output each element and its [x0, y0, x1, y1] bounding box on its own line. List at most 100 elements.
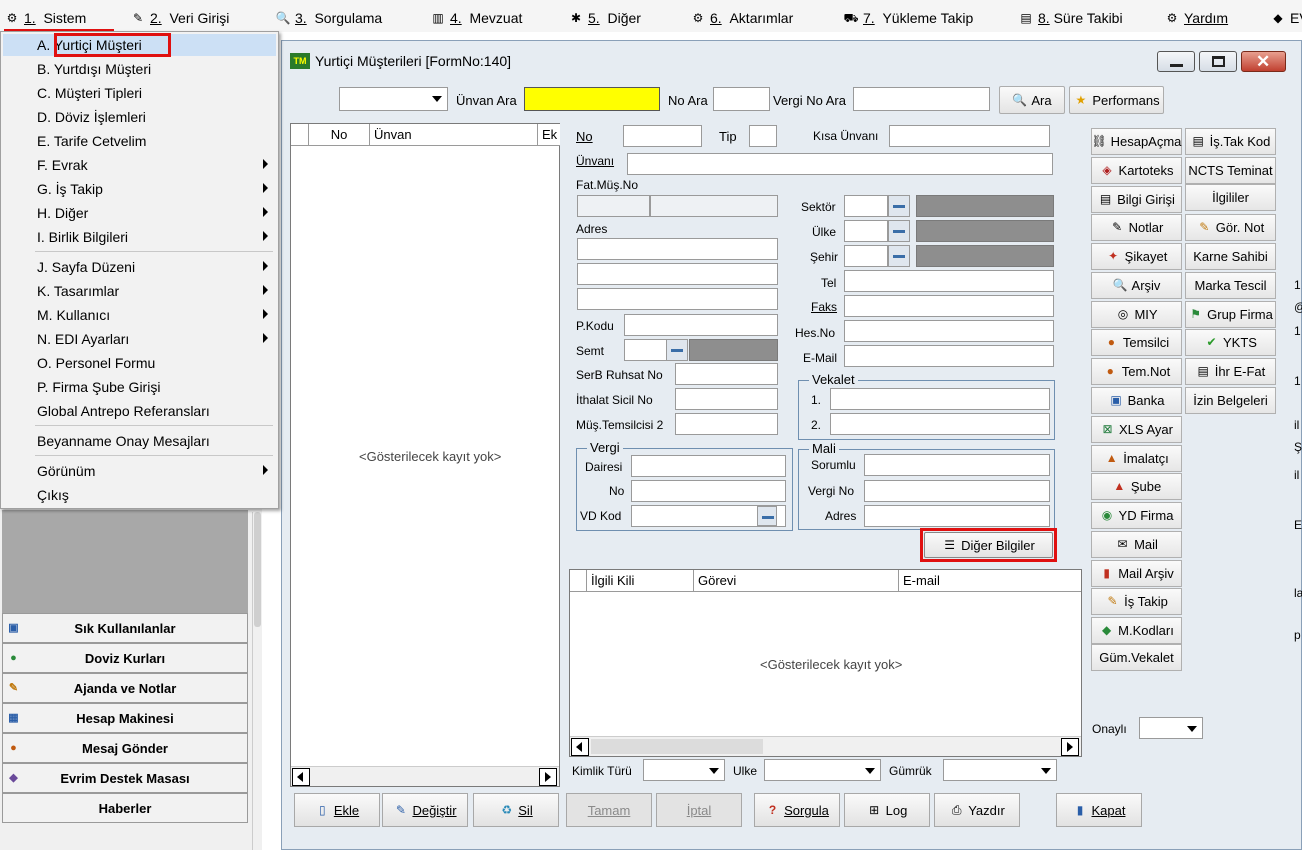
ilgili-scroll-left[interactable]: [571, 738, 589, 756]
ilgili-header-gorevi[interactable]: Görevi: [694, 570, 899, 592]
dd-musteri-tipleri[interactable]: C. Müşteri Tipleri: [3, 82, 276, 104]
ilgili-scroll-right[interactable]: [1061, 738, 1079, 756]
dd-personel-formu[interactable]: O. Personel Formu: [3, 352, 276, 374]
semt-input[interactable]: [624, 339, 668, 361]
menu-ev[interactable]: ◆ EV: [1270, 8, 1302, 28]
performans-button[interactable]: ★ Performans: [1069, 86, 1164, 114]
vergi-dairesi-input[interactable]: [631, 455, 786, 477]
email-input[interactable]: [844, 345, 1054, 367]
bilgi-girisi-button[interactable]: ▤ Bilgi Girişi: [1091, 186, 1182, 213]
lp-sik-kullanilanlar[interactable]: ▣ Sık Kullanılanlar: [2, 613, 248, 643]
karne-sahibi-button[interactable]: Karne Sahibi: [1185, 243, 1276, 270]
dd-evrak[interactable]: F. Evrak: [3, 154, 276, 176]
mali-sorumlu-input[interactable]: [864, 454, 1050, 476]
mali-adres-input[interactable]: [864, 505, 1050, 527]
filter-ulke-combo[interactable]: [764, 759, 881, 781]
fat-mus-no-input-2[interactable]: [650, 195, 778, 217]
semt-lookup-button[interactable]: [666, 339, 688, 361]
sube-button[interactable]: ▲ Şube: [1091, 473, 1182, 500]
dd-beyanname-onay[interactable]: Beyanname Onay Mesajları: [3, 430, 276, 452]
adres-input-2[interactable]: [577, 263, 778, 285]
sil-button[interactable]: ♻ Sil: [473, 793, 559, 827]
temsilci-button[interactable]: ● Temsilci: [1091, 329, 1182, 356]
left-panel-scroll-thumb[interactable]: [254, 512, 261, 627]
ykts-button[interactable]: ✔ YKTS: [1185, 329, 1276, 356]
log-button[interactable]: ⊞ Log: [844, 793, 930, 827]
menu-aktarimlar[interactable]: ⚙ 6. Aktarımlar: [690, 8, 794, 28]
grid-header-ek[interactable]: Ek: [538, 124, 560, 146]
ekle-button[interactable]: ▯ Ekle: [294, 793, 380, 827]
banka-button[interactable]: ▣ Banka: [1091, 387, 1182, 414]
hesap-acma-button[interactable]: ⛓ HesapAçma: [1091, 128, 1182, 155]
sikayet-button[interactable]: ✦ Şikayet: [1091, 243, 1182, 270]
ilgili-grid[interactable]: İlgili Kili Görevi E-mail <Gösterilecek …: [569, 569, 1082, 757]
miy-button[interactable]: ◎ MIY: [1091, 301, 1182, 328]
tamam-button[interactable]: Tamam: [566, 793, 652, 827]
unvani-input[interactable]: [627, 153, 1053, 175]
iptal-button[interactable]: İptal: [656, 793, 742, 827]
sektor-input[interactable]: [844, 195, 888, 217]
kimlik-turu-combo[interactable]: [643, 759, 725, 781]
vekalet-1-input[interactable]: [830, 388, 1050, 410]
ilgili-scroll-thumb[interactable]: [591, 739, 763, 754]
sehir-input[interactable]: [844, 245, 888, 267]
ihr-efat-button[interactable]: ▤ İhr E-Fat: [1185, 358, 1276, 385]
mali-vergi-no-input[interactable]: [864, 480, 1050, 502]
maximize-button[interactable]: [1199, 51, 1237, 72]
izin-belgeleri-button[interactable]: İzin Belgeleri: [1185, 387, 1276, 414]
lp-ajanda-notlar[interactable]: ✎ Ajanda ve Notlar: [2, 673, 248, 703]
dd-sayfa-duzeni[interactable]: J. Sayfa Düzeni: [3, 256, 276, 278]
unvan-ara-input[interactable]: [524, 87, 660, 111]
dd-gorunum[interactable]: Görünüm: [3, 460, 276, 482]
dd-diger[interactable]: H. Diğer: [3, 202, 276, 224]
dd-yurtdisi-musteri[interactable]: B. Yurtdışı Müşteri: [3, 58, 276, 80]
ara-button[interactable]: 🔍 Ara: [999, 86, 1065, 114]
is-tak-kod-button[interactable]: ▤ İş.Tak Kod: [1185, 128, 1276, 155]
vd-kod-lookup-button[interactable]: [757, 506, 777, 526]
lp-mesaj-gonder[interactable]: ● Mesaj Gönder: [2, 733, 248, 763]
adres-input-3[interactable]: [577, 288, 778, 310]
musteri-grid[interactable]: No Ünvan Ek <Gösterilecek kayıt yok>: [290, 123, 560, 787]
grid-hscrollbar[interactable]: [291, 766, 559, 786]
yd-firma-button[interactable]: ◉ YD Firma: [1091, 502, 1182, 529]
is-takip-button[interactable]: ✎ İş Takip: [1091, 588, 1182, 615]
yazdir-button[interactable]: ⎙ Yazdır: [934, 793, 1020, 827]
ilgili-hscrollbar[interactable]: [570, 736, 1081, 756]
menu-sistem[interactable]: ⚙ 1. Sistem: [4, 8, 87, 28]
sektor-lookup-button[interactable]: [888, 195, 910, 217]
ilgililer-button[interactable]: İlgililer: [1185, 184, 1276, 211]
grid-header-no[interactable]: No: [309, 124, 370, 146]
marka-tescil-button[interactable]: Marka Tescil: [1185, 272, 1276, 299]
kisa-unvani-input[interactable]: [889, 125, 1050, 147]
mail-button[interactable]: ✉ Mail: [1091, 531, 1182, 558]
mail-arsiv-button[interactable]: ▮ Mail Arşiv: [1091, 560, 1182, 587]
no-input[interactable]: [623, 125, 702, 147]
minimize-button[interactable]: [1157, 51, 1195, 72]
dd-is-takip[interactable]: G. İş Takip: [3, 178, 276, 200]
dd-kullanici[interactable]: M. Kullanıcı: [3, 304, 276, 326]
vergi-no-ara-input[interactable]: [853, 87, 990, 111]
menu-sorgulama[interactable]: 🔍 3. Sorgulama: [275, 8, 383, 28]
gum-vekalet-button[interactable]: Güm.Vekalet: [1091, 644, 1182, 671]
arsiv-button[interactable]: 🔍 Arşiv: [1091, 272, 1182, 299]
kartoteks-button[interactable]: ◈ Kartoteks: [1091, 157, 1182, 184]
left-panel-scrollbar[interactable]: [252, 512, 262, 850]
menu-yukleme-takip[interactable]: ⛟ 7. Yükleme Takip: [843, 8, 973, 28]
lp-hesap-makinesi[interactable]: ▦ Hesap Makinesi: [2, 703, 248, 733]
ithalat-sicil-input[interactable]: [675, 388, 778, 410]
dd-cikis[interactable]: Çıkış: [3, 484, 276, 506]
tip-input[interactable]: [749, 125, 777, 147]
sehir-lookup-button[interactable]: [888, 245, 910, 267]
menu-sure-takibi[interactable]: ▤ 8. Süre Takibi: [1018, 8, 1122, 28]
gor-not-button[interactable]: ✎ Gör. Not: [1185, 214, 1276, 241]
kapat-button[interactable]: ▮ Kapat: [1056, 793, 1142, 827]
dd-global-antrepo[interactable]: Global Antrepo Referansları: [3, 400, 276, 422]
tel-input[interactable]: [844, 270, 1054, 292]
dd-doviz-islemleri[interactable]: D. Döviz İşlemleri: [3, 106, 276, 128]
onayli-combo[interactable]: [1139, 717, 1203, 739]
xls-ayar-button[interactable]: ⊠ XLS Ayar: [1091, 416, 1182, 443]
mus-temsilcisi2-input[interactable]: [675, 413, 778, 435]
vekalet-2-input[interactable]: [830, 413, 1050, 435]
dd-tarife-cetvelim[interactable]: E. Tarife Cetvelim: [3, 130, 276, 152]
dd-edi-ayarlari[interactable]: N. EDI Ayarları: [3, 328, 276, 350]
